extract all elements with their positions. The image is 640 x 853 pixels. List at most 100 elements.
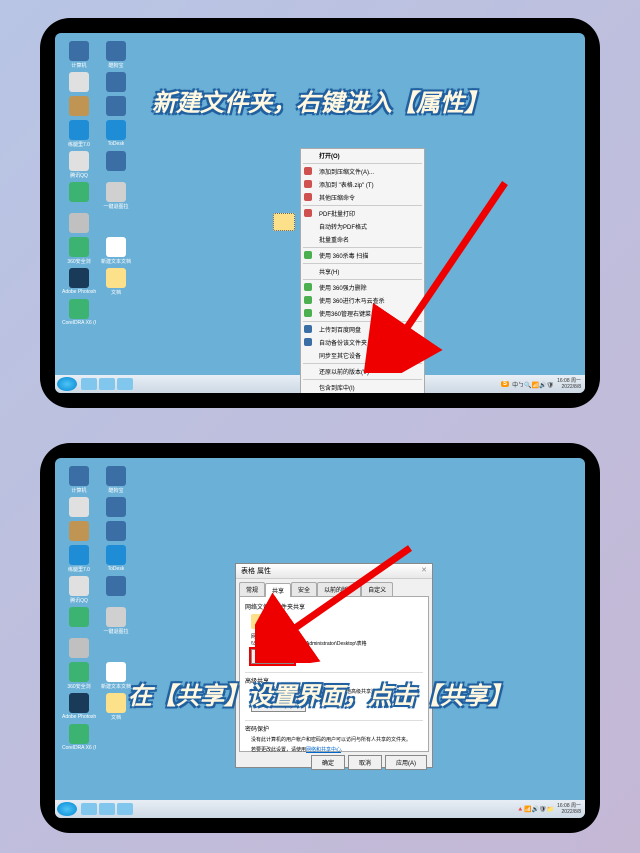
desktop-screen-1: 计算机酷狗宝练腿里7.0ToDesk腾讯QQ一键退图拉360安全浏新建文本文档A…	[55, 33, 585, 393]
desktop-icon[interactable]: ToDesk	[100, 120, 132, 148]
network-center-link[interactable]: 网络和共享中心	[306, 747, 341, 753]
context-menu-item[interactable]: 还原以前的版本(V)	[301, 365, 424, 378]
apply-button[interactable]: 应用(A)	[385, 755, 427, 770]
desktop-icon[interactable]: 练腿里7.0	[63, 545, 95, 573]
desktop-icon[interactable]: 360安全浏	[63, 237, 95, 265]
ok-button[interactable]: 确定	[311, 755, 345, 770]
desktop-icon[interactable]	[100, 521, 132, 542]
desktop-icon[interactable]: CorelDRA X6 (64-Bit)	[63, 299, 95, 326]
desktop-icon[interactable]	[100, 724, 132, 751]
context-menu-item[interactable]: 同步至其它设备	[301, 349, 424, 362]
desktop-icon[interactable]: 计算机	[63, 466, 95, 494]
desktop-icon[interactable]: ToDesk	[100, 545, 132, 573]
desktop-icon[interactable]: Adobe Photosh...	[63, 693, 95, 721]
desktop-icon[interactable]	[100, 497, 132, 518]
start-button[interactable]	[57, 802, 77, 816]
taskbar-item[interactable]	[99, 803, 115, 815]
desktop-icon[interactable]	[63, 96, 95, 117]
instruction-caption-2: 在【共享】设置界面，点击【共享】	[128, 676, 512, 711]
taskbar-item[interactable]	[117, 803, 133, 815]
context-menu-item[interactable]: 共享(H)	[301, 265, 424, 278]
desktop-icon[interactable]	[100, 638, 132, 659]
desktop-icon[interactable]: Adobe Photosh...	[63, 268, 95, 296]
folder-name-label: 表格	[274, 614, 289, 621]
context-menu-item[interactable]: 使用360管理右键菜单	[301, 307, 424, 320]
desktop-icon[interactable]: 酷狗宝	[100, 466, 132, 494]
folder-icon	[251, 614, 269, 629]
desktop-icon[interactable]: CorelDRA X6 (64-Bit)	[63, 724, 95, 751]
taskbar-item[interactable]	[81, 803, 97, 815]
share-button[interactable]: 共享(S)...	[251, 649, 294, 664]
dialog-body: 网络文件和文件夹共享 表格 共享式 网络路径(N): \\Sc-20210909…	[239, 596, 429, 752]
desktop-icon[interactable]	[100, 576, 132, 604]
taskbar-clock[interactable]: 16:08 周一 2022/8/8	[557, 803, 583, 815]
dialog-tab[interactable]: 安全	[291, 582, 317, 596]
context-menu-item[interactable]: PDF批量打印	[301, 207, 424, 220]
context-menu-item[interactable]: 使用 360强力删除	[301, 281, 424, 294]
desktop-icon[interactable]: 新建文本文档	[100, 237, 132, 265]
dialog-tabs: 常规共享安全以前的版本自定义	[236, 579, 432, 596]
context-menu-item[interactable]: 其他压缩命令	[301, 191, 424, 204]
path-value: \\Sc-20210909rtw\Users\Administrator\Des…	[251, 640, 423, 647]
taskbar: 🔺📶🔊🛡📁 16:08 周一 2022/8/8	[55, 800, 585, 818]
desktop-icon[interactable]	[100, 213, 132, 234]
dialog-tab[interactable]: 常规	[239, 582, 265, 596]
desktop-icon[interactable]	[63, 182, 95, 210]
desktop-icon[interactable]: 腾讯QQ	[63, 576, 95, 604]
instruction-caption-1: 新建文件夹，右键进入【属性】	[152, 83, 488, 118]
system-tray: 🔺📶🔊🛡📁 16:08 周一 2022/8/8	[517, 803, 583, 815]
desktop-icon[interactable]: 一键退图拉	[100, 607, 132, 635]
context-menu-item[interactable]: 自动备份该文件夹	[301, 336, 424, 349]
desktop-icon[interactable]: 计算机	[63, 41, 95, 69]
desktop-icon[interactable]: 酷狗宝	[100, 41, 132, 69]
dialog-tab[interactable]: 自定义	[361, 582, 393, 596]
desktop-icon[interactable]: 练腿里7.0	[63, 120, 95, 148]
desktop-icons-grid: 计算机酷狗宝练腿里7.0ToDesk腾讯QQ一键退图拉360安全浏新建文本文档A…	[63, 41, 132, 326]
system-tray: S 中ㄅ🔍📶🔊🛡 16:08 周一 2022/8/8	[501, 378, 583, 390]
context-menu: 打开(O) 添加到压缩文件(A)...添加到 "表格.zip" (T)其他压缩命令…	[300, 148, 425, 393]
folder-status-label: 共享式	[274, 621, 289, 628]
section-3-desc: 没有此计算机的用户帐户和密码的用户可以访问与所有人共享的文件夹。	[251, 736, 423, 743]
desktop-icon[interactable]: 360安全浏	[63, 662, 95, 690]
desktop-icon[interactable]	[100, 151, 132, 179]
desktop-icon[interactable]	[63, 72, 95, 93]
desktop-icon[interactable]: 文档	[100, 268, 132, 296]
desktop-icon[interactable]	[63, 497, 95, 518]
context-menu-item[interactable]: 批量重命名	[301, 233, 424, 246]
taskbar-clock[interactable]: 16:08 周一 2022/8/8	[557, 378, 583, 390]
tablet-frame-1: 计算机酷狗宝练腿里7.0ToDesk腾讯QQ一键退图拉360安全浏新建文本文档A…	[40, 18, 600, 408]
context-menu-item[interactable]: 打开(O)	[301, 149, 424, 162]
taskbar-item[interactable]	[117, 378, 133, 390]
cancel-button[interactable]: 取消	[348, 755, 382, 770]
desktop-icon[interactable]	[63, 638, 95, 659]
context-menu-item[interactable]: 添加到压缩文件(A)...	[301, 165, 424, 178]
section-title-3: 密码保护	[245, 724, 423, 733]
taskbar-item[interactable]	[81, 378, 97, 390]
dialog-footer: 确定 取消 应用(A)	[236, 752, 432, 773]
context-menu-item[interactable]: 上传到百度网盘	[301, 323, 424, 336]
desktop-icon[interactable]	[63, 521, 95, 542]
dialog-tab[interactable]: 共享	[265, 583, 291, 597]
context-menu-item[interactable]: 自动转为PDF格式	[301, 220, 424, 233]
desktop-icon[interactable]	[63, 607, 95, 635]
taskbar-item[interactable]	[99, 378, 115, 390]
sogou-ime-icon[interactable]: S	[501, 381, 509, 387]
desktop-icon[interactable]: 一键退图拉	[100, 182, 132, 210]
selected-folder-icon[interactable]	[273, 213, 295, 231]
context-menu-item[interactable]: 包含到库中(I)	[301, 381, 424, 393]
context-menu-item[interactable]: 使用 360杀毒 扫描	[301, 249, 424, 262]
context-menu-item[interactable]: 使用 360进行木马云查杀	[301, 294, 424, 307]
context-menu-item[interactable]: 添加到 "表格.zip" (T)	[301, 178, 424, 191]
path-label: 网络路径(N):	[251, 633, 423, 640]
desktop-icon[interactable]	[100, 299, 132, 326]
desktop-icon[interactable]: 腾讯QQ	[63, 151, 95, 179]
close-icon[interactable]: ✕	[421, 566, 427, 576]
tablet-frame-2: 计算机酷狗宝练腿里7.0ToDesk腾讯QQ一键退图拉360安全浏新建文本文档A…	[40, 443, 600, 833]
dialog-tab[interactable]: 以前的版本	[317, 582, 361, 596]
section-title-1: 网络文件和文件夹共享	[245, 602, 423, 611]
desktop-icon[interactable]	[100, 96, 132, 117]
desktop-icon[interactable]	[63, 213, 95, 234]
properties-dialog: 表格 属性 ✕ 常规共享安全以前的版本自定义 网络文件和文件夹共享 表格 共享式	[235, 563, 433, 768]
start-button[interactable]	[57, 377, 77, 391]
desktop-icon[interactable]	[100, 72, 132, 93]
